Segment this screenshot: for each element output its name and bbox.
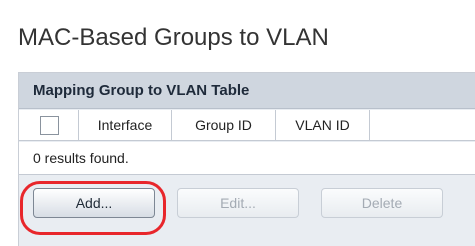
column-header-group-id[interactable]: Group ID: [172, 110, 276, 141]
table-title: Mapping Group to VLAN Table: [19, 73, 475, 109]
column-header-interface[interactable]: Interface: [79, 110, 172, 141]
select-all-checkbox[interactable]: [40, 116, 59, 135]
mapping-table-panel: Mapping Group to VLAN Table Interface Gr…: [18, 72, 475, 246]
table-header-row: Interface Group ID VLAN ID: [19, 110, 475, 141]
results-status: 0 results found.: [19, 142, 475, 175]
edit-button[interactable]: Edit...: [177, 188, 299, 218]
page-title: MAC-Based Groups to VLAN: [18, 24, 329, 51]
delete-button[interactable]: Delete: [321, 188, 443, 218]
add-button[interactable]: Add...: [33, 188, 155, 218]
column-header-vlan-id[interactable]: VLAN ID: [276, 110, 370, 141]
select-all-header: [19, 110, 79, 141]
